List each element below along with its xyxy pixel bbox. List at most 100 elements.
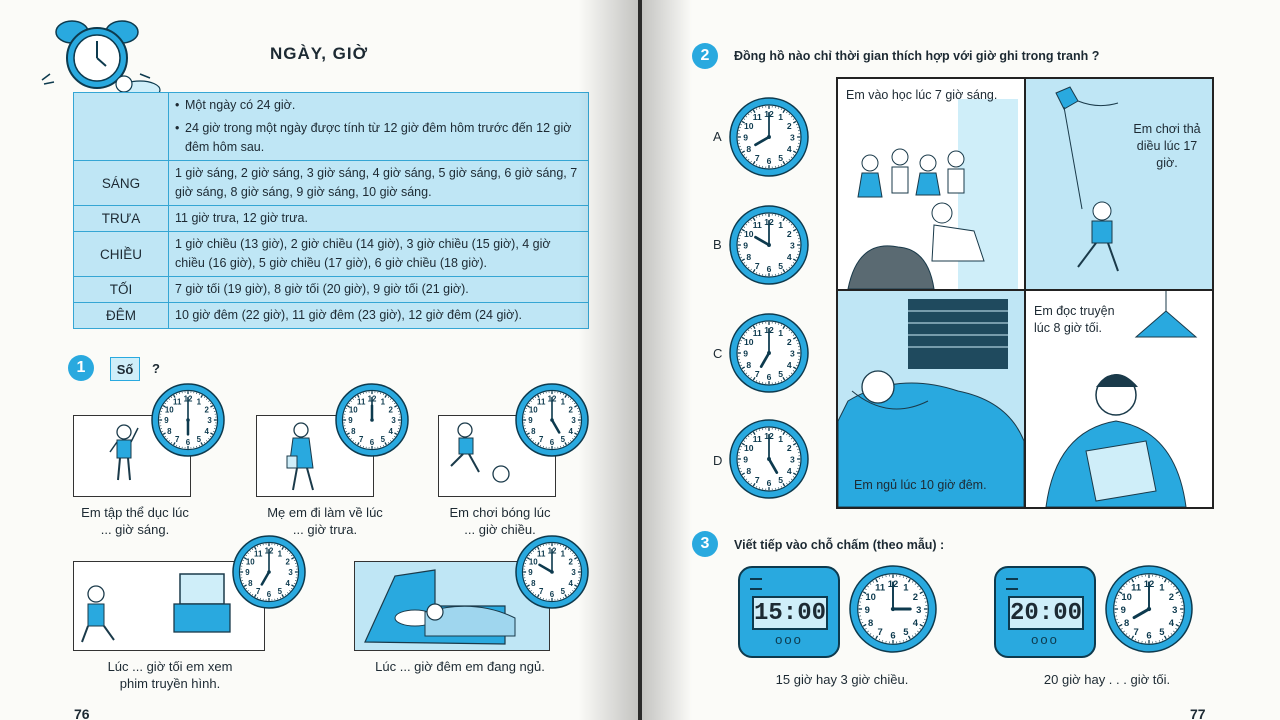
clock-numeral: 10 xyxy=(529,405,538,414)
left-page: NGÀY, GIỜ Một ngày có 24 giờ. 24 giờ tro… xyxy=(0,0,638,720)
clock-numeral: 8 xyxy=(1124,618,1129,629)
clock-numeral: 5 xyxy=(778,153,783,163)
clock-numeral: 6 xyxy=(550,590,555,599)
table-row: TRƯA 11 giờ trưa, 12 giờ trưa. xyxy=(73,205,589,232)
digital-display: 20:00 xyxy=(1008,596,1084,630)
clock-numeral: 10 xyxy=(165,405,174,414)
period-label: CHIỀU xyxy=(73,231,169,277)
clock-numeral: 1 xyxy=(778,328,783,338)
clock-numeral: 4 xyxy=(205,427,210,436)
story-panels: Em vào học lúc 7 giờ sáng. Em chơi thả d… xyxy=(836,77,1214,509)
clock-numeral: 10 xyxy=(529,557,538,566)
clock-numeral: 7 xyxy=(256,587,261,596)
caption: Em tập thể dục lúc ... giờ sáng. xyxy=(60,504,210,538)
clock-hub xyxy=(186,418,190,422)
children-going-to-school-icon xyxy=(847,99,1018,289)
clock-numeral: 2 xyxy=(205,405,210,414)
panel-school: Em vào học lúc 7 giờ sáng. xyxy=(838,79,1026,291)
clock-numeral: 7 xyxy=(539,587,544,596)
panel-text: Em chơi thả diều lúc 17 giờ. xyxy=(1133,122,1201,170)
clock-numeral: 3 xyxy=(1172,605,1177,616)
clock-numeral: 7 xyxy=(755,369,760,379)
clock-numeral: 3 xyxy=(207,416,212,425)
table-cell: Một ngày có 24 giờ. 24 giờ trong một ngà… xyxy=(168,92,589,161)
clock-numeral: 5 xyxy=(197,435,202,444)
period-text: 1 giờ sáng, 2 giờ sáng, 3 giờ sáng, 4 gi… xyxy=(168,160,589,206)
clock-numeral: 8 xyxy=(746,360,751,370)
clock-numeral: 9 xyxy=(528,416,533,425)
analog-clock: 123456789101112 xyxy=(729,313,809,393)
clock-numeral: 8 xyxy=(248,579,253,588)
clock-numeral: 5 xyxy=(778,261,783,271)
clock-numeral: 2 xyxy=(913,592,918,603)
clock-numeral: 4 xyxy=(787,144,792,154)
clock-numeral: 3 xyxy=(571,568,576,577)
clock-label: A xyxy=(713,129,722,144)
clock-numeral: 11 xyxy=(357,398,366,407)
period-text: 7 giờ tối (19 giờ), 8 giờ tối (20 giờ), … xyxy=(168,276,589,303)
clock-numeral: 6 xyxy=(186,438,191,447)
clock-numeral: 9 xyxy=(743,133,748,143)
clock-numeral: 1 xyxy=(778,112,783,122)
clock-numeral: 8 xyxy=(746,144,751,154)
analog-clock: 123456789101112 xyxy=(1105,565,1193,653)
clock-numeral: 4 xyxy=(787,252,792,262)
alarm-clock-mascot-icon xyxy=(41,20,161,100)
clock-tick xyxy=(576,582,579,584)
clock-numeral: 8 xyxy=(167,427,172,436)
clock-numeral: 6 xyxy=(370,438,375,447)
clock-numeral: 1 xyxy=(778,434,783,444)
clock-numeral: 8 xyxy=(531,427,536,436)
clock-hub xyxy=(767,243,771,247)
clock-hub xyxy=(1146,606,1152,612)
digital-clock: 20:00 ooo xyxy=(994,566,1096,658)
clock-hub xyxy=(767,457,771,461)
period-text: 1 giờ chiều (13 giờ), 2 giờ chiều (14 gi… xyxy=(168,231,589,277)
clock-numeral: 1 xyxy=(561,398,566,407)
caption: Lúc ... giờ đêm em đang ngủ. xyxy=(350,658,570,675)
clock-numeral: 5 xyxy=(778,369,783,379)
clock-numeral: 1 xyxy=(903,583,908,594)
analog-clock: 123456789101112 xyxy=(232,535,306,609)
caption: Mẹ em đi làm về lúc ... giờ trưa. xyxy=(240,504,410,538)
clock-numeral: 4 xyxy=(389,427,394,436)
clock-numeral: 10 xyxy=(246,557,255,566)
analog-clock: 123456789101112 xyxy=(151,383,225,457)
page-number: 76 xyxy=(74,706,90,720)
clock-numeral: 7 xyxy=(877,627,882,638)
clock-numeral: 6 xyxy=(1146,631,1151,642)
clock-numeral: 7 xyxy=(359,435,364,444)
clock-numeral: 3 xyxy=(571,416,576,425)
caption: Em chơi bóng lúc ... giờ chiều. xyxy=(425,504,575,538)
table-row: ĐÊM 10 giờ đêm (22 giờ), 11 giờ đêm (23 … xyxy=(73,302,589,329)
clock-numeral: 5 xyxy=(561,435,566,444)
clock-numeral: 11 xyxy=(753,434,762,444)
clock-numeral: 5 xyxy=(278,587,283,596)
clock-numeral: 11 xyxy=(753,328,762,338)
clock-numeral: 10 xyxy=(744,121,754,131)
panel-kite: Em chơi thả diều lúc 17 giờ. xyxy=(1026,79,1212,291)
clock-numeral: 9 xyxy=(528,568,533,577)
clock-numeral: 9 xyxy=(245,568,250,577)
clock-hub xyxy=(267,570,271,574)
clock-numeral: 1 xyxy=(381,398,386,407)
analog-clock: 123456789101112 xyxy=(515,535,589,609)
clock-label: B xyxy=(713,237,722,252)
clock-label: C xyxy=(713,346,723,361)
clock-numeral: 4 xyxy=(787,360,792,370)
analog-clock: 123456789101112 xyxy=(729,205,809,285)
panel-reading: Em đọc truyện lúc 8 giờ tối. xyxy=(1026,291,1212,507)
right-page: 2 Đồng hồ nào chỉ thời gian thích hợp vớ… xyxy=(642,0,1280,720)
clock-numeral: 6 xyxy=(890,631,895,642)
clock-numeral: 4 xyxy=(569,579,574,588)
clock-numeral: 1 xyxy=(778,220,783,230)
clock-numeral: 9 xyxy=(164,416,169,425)
period-text: 11 giờ trưa, 12 giờ trưa. xyxy=(168,205,589,232)
clock-numeral: 5 xyxy=(561,587,566,596)
clock-numeral: 10 xyxy=(349,405,358,414)
clock-numeral: 7 xyxy=(175,435,180,444)
menu-icon xyxy=(750,578,762,590)
clock-numeral: 3 xyxy=(790,349,795,359)
clock-tick xyxy=(576,408,579,410)
table-row: SÁNG 1 giờ sáng, 2 giờ sáng, 3 giờ sáng,… xyxy=(73,160,589,206)
